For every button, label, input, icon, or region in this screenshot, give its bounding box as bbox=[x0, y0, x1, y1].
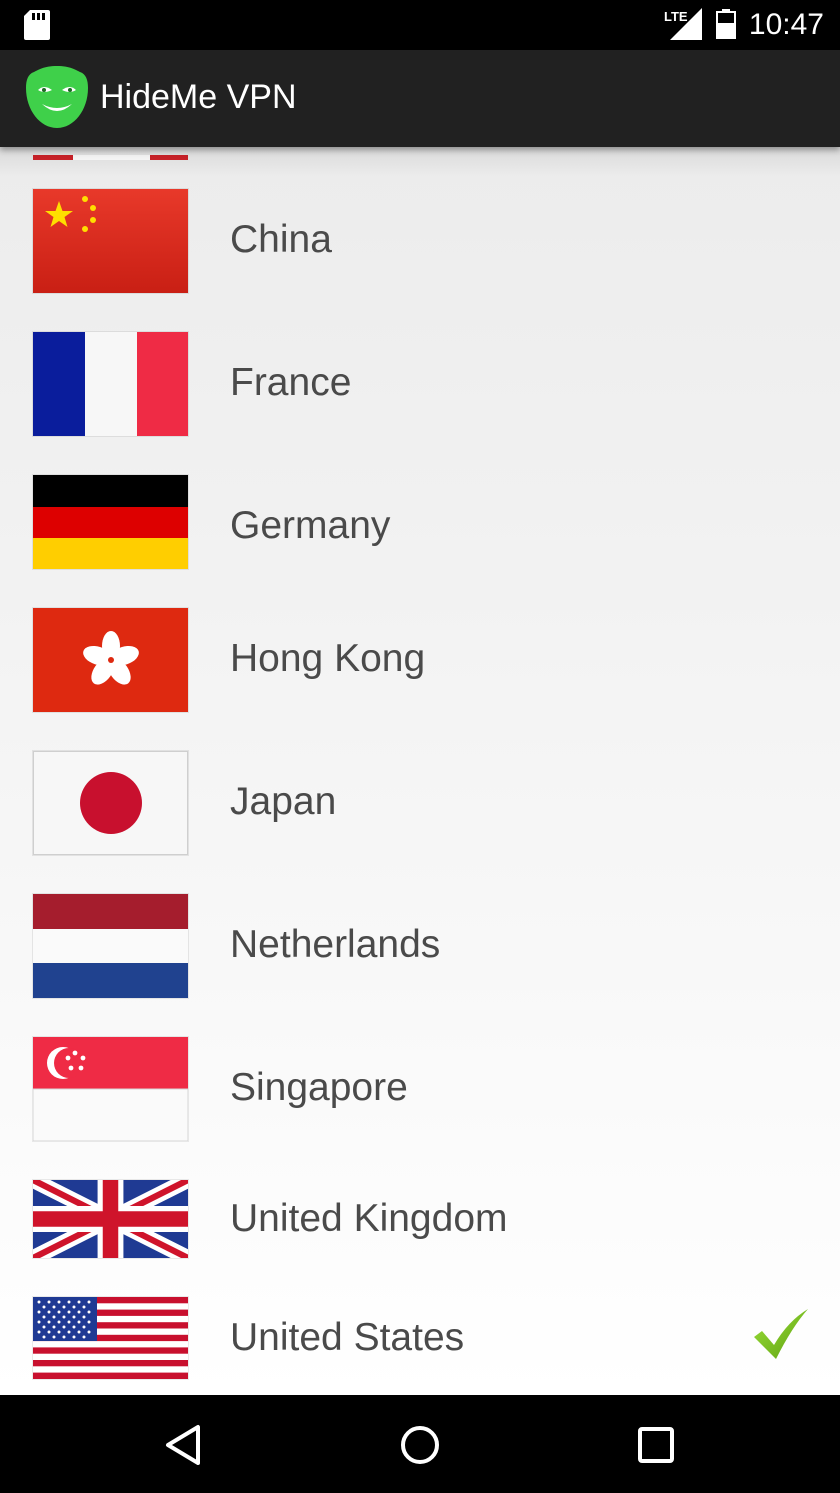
back-icon[interactable] bbox=[154, 1417, 214, 1473]
status-bar: LTE 10:47 bbox=[0, 0, 840, 50]
checkmark-icon bbox=[752, 1307, 810, 1366]
country-row-france[interactable]: France bbox=[0, 320, 840, 440]
list-shadow bbox=[0, 147, 840, 177]
country-row-united-kingdom[interactable]: United Kingdom bbox=[0, 1168, 840, 1288]
home-icon[interactable] bbox=[390, 1417, 450, 1473]
recents-icon[interactable] bbox=[626, 1417, 686, 1473]
clock: 10:47 bbox=[748, 8, 824, 41]
country-row-hong-kong[interactable]: Hong Kong bbox=[0, 596, 840, 716]
country-name: Singapore bbox=[230, 1066, 408, 1109]
hong-kong-flag-icon bbox=[33, 608, 188, 712]
japan-flag-icon bbox=[33, 751, 188, 855]
app-title: HideMe VPN bbox=[100, 78, 297, 116]
singapore-flag-icon bbox=[33, 1037, 188, 1141]
country-row-singapore[interactable]: Singapore bbox=[0, 1025, 840, 1145]
country-row-japan[interactable]: Japan bbox=[0, 739, 840, 859]
sd-card-icon bbox=[24, 10, 50, 45]
netherlands-flag-icon bbox=[33, 894, 188, 998]
country-name: United States bbox=[230, 1316, 465, 1359]
battery-icon bbox=[716, 9, 736, 44]
country-name: Germany bbox=[230, 504, 391, 547]
country-row-china[interactable]: China bbox=[0, 177, 840, 297]
uk-flag-icon bbox=[33, 1180, 188, 1258]
country-name: China bbox=[230, 218, 332, 261]
svg-text:LTE: LTE bbox=[664, 9, 688, 24]
navigation-bar bbox=[0, 1395, 840, 1493]
country-name: United Kingdom bbox=[230, 1197, 508, 1240]
country-row-germany[interactable]: Germany bbox=[0, 463, 840, 583]
lte-signal-icon: LTE bbox=[664, 8, 702, 45]
china-flag-icon bbox=[33, 189, 188, 293]
country-name: Netherlands bbox=[230, 923, 441, 966]
germany-flag-icon bbox=[33, 475, 188, 569]
country-name: Hong Kong bbox=[230, 637, 426, 680]
us-flag-icon bbox=[33, 1297, 188, 1379]
country-row-netherlands[interactable]: Netherlands bbox=[0, 882, 840, 1002]
app-bar: HideMe VPN bbox=[0, 50, 840, 147]
country-name: France bbox=[230, 361, 352, 404]
country-name: Japan bbox=[230, 780, 337, 823]
france-flag-icon bbox=[33, 332, 188, 436]
country-list[interactable]: China France Germany Hong Kong Japan Net… bbox=[0, 147, 840, 1395]
country-row-united-states[interactable]: United States bbox=[0, 1287, 840, 1395]
mask-logo-icon[interactable] bbox=[24, 64, 90, 135]
